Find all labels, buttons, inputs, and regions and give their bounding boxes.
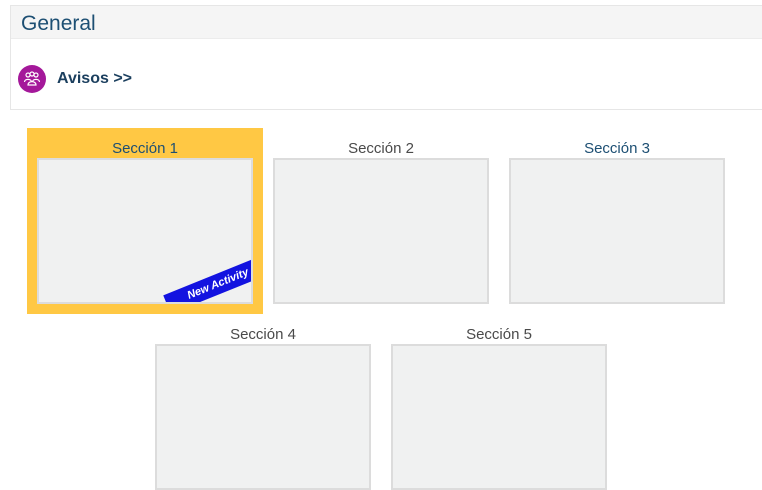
section-tile-1[interactable]: Sección 1 New Activity	[27, 128, 263, 314]
section-title[interactable]: Sección 2	[263, 138, 499, 160]
section-title[interactable]: Sección 5	[381, 324, 617, 346]
section-tile-3[interactable]: Sección 3	[499, 128, 735, 314]
section-thumbnail	[155, 344, 371, 490]
section-title[interactable]: Sección 3	[499, 138, 735, 160]
section-thumbnail	[509, 158, 725, 304]
section-title: General	[21, 11, 96, 35]
general-section: General Avisos >>	[10, 5, 762, 110]
section-thumbnail: New Activity	[37, 158, 253, 304]
announcements-link[interactable]: Avisos >>	[18, 65, 132, 93]
section-thumbnail	[391, 344, 607, 490]
section-title[interactable]: Sección 4	[145, 324, 381, 346]
section-title[interactable]: Sección 1	[27, 138, 263, 160]
section-thumbnail	[273, 158, 489, 304]
forum-icon	[18, 65, 46, 93]
new-activity-badge: New Activity	[163, 254, 251, 302]
announcements-label: Avisos >>	[57, 70, 133, 87]
section-tile-2[interactable]: Sección 2	[263, 128, 499, 314]
general-header: General	[11, 6, 762, 39]
section-tile-5[interactable]: Sección 5	[381, 314, 617, 490]
section-tile-4[interactable]: Sección 4	[145, 314, 381, 490]
